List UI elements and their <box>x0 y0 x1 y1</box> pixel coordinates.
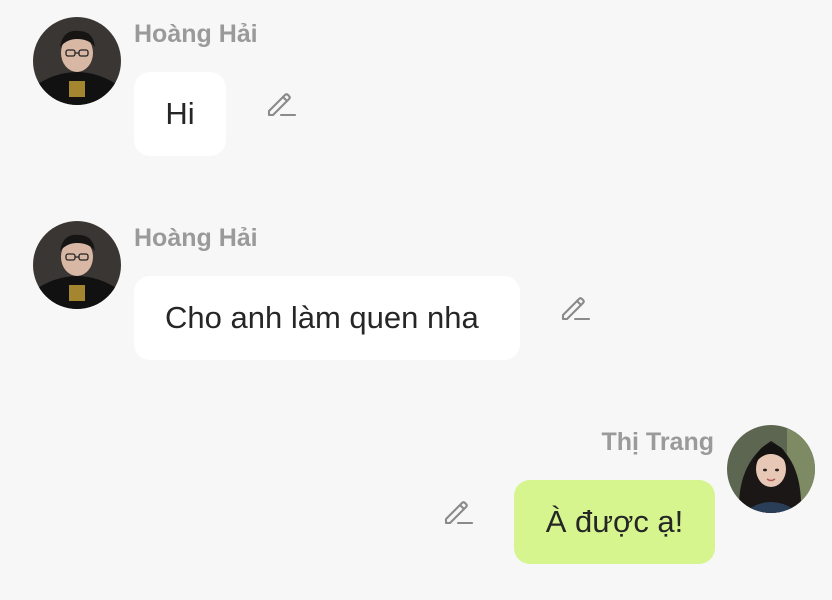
sender-avatar[interactable] <box>33 221 121 309</box>
pencil-glyph <box>444 501 474 525</box>
sender-name: Hoàng Hải <box>134 224 258 252</box>
message-row: Thị Trang À được ạ! <box>0 408 832 578</box>
sender-avatar[interactable] <box>727 425 815 513</box>
sender-avatar[interactable] <box>33 17 121 105</box>
male-avatar-image <box>33 17 121 105</box>
pencil-edit-icon[interactable] <box>264 88 297 120</box>
message-bubble[interactable]: Cho anh làm quen nha <box>134 276 520 360</box>
sender-name: Thị Trang <box>601 428 715 456</box>
female-avatar-image <box>727 425 815 513</box>
chat-thread: Hoàng Hải Hi Hoàng Hải Cho anh làm quen … <box>0 0 832 600</box>
message-bubble[interactable]: Hi <box>134 72 226 156</box>
message-row: Hoàng Hải Hi <box>0 0 832 170</box>
pencil-edit-icon[interactable] <box>558 292 591 324</box>
sender-name: Hoàng Hải <box>134 20 258 48</box>
message-bubble[interactable]: À được ạ! <box>514 480 715 564</box>
pencil-glyph <box>561 297 591 321</box>
pencil-edit-icon[interactable] <box>441 496 474 528</box>
male-avatar-image <box>33 221 121 309</box>
message-row: Hoàng Hải Cho anh làm quen nha <box>0 204 832 374</box>
pencil-glyph <box>267 93 297 117</box>
